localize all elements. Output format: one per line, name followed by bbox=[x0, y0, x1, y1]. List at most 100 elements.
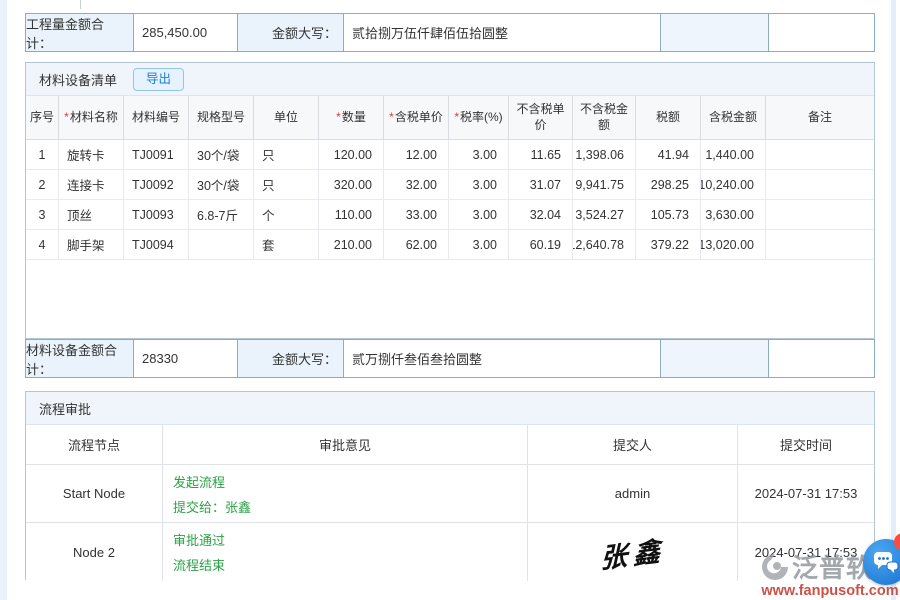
cell-material-name: 旋转卡 bbox=[59, 140, 124, 169]
cell-spec-model: 6.8-7斤 bbox=[189, 200, 254, 229]
cell-tax-rate: 3.00 bbox=[449, 230, 509, 259]
cell-unit: 只 bbox=[254, 170, 319, 199]
material-table-header-row: 序号 *材料名称 材料编号 规格型号 单位 *数量 *含税单价 *税率(%) 不… bbox=[26, 96, 874, 140]
cell-tax-rate: 3.00 bbox=[449, 170, 509, 199]
cell-price-with-tax: 12.00 bbox=[384, 140, 449, 169]
project-amount-total-value: 285,450.00 bbox=[134, 14, 238, 51]
column-header-quantity: *数量 bbox=[319, 96, 384, 139]
submitter-name: admin bbox=[528, 465, 738, 522]
column-header-price-with-tax: *含税单价 bbox=[384, 96, 449, 139]
cell-amount-with-tax: 1,440.00 bbox=[701, 140, 766, 169]
approval-section: 流程审批 流程节点 审批意见 提交人 提交时间 Start Node 发起流程 … bbox=[25, 391, 875, 580]
cell-material-code: TJ0094 bbox=[124, 230, 189, 259]
summary-empty-cell bbox=[769, 340, 874, 377]
cell-quantity: 210.00 bbox=[319, 230, 384, 259]
cell-quantity: 320.00 bbox=[319, 170, 384, 199]
flow-node-name: Start Node bbox=[26, 465, 163, 522]
material-table-row: 4 脚手架 TJ0094 套 210.00 62.00 3.00 60.19 1… bbox=[26, 230, 874, 260]
column-header-flow-node: 流程节点 bbox=[26, 425, 163, 464]
cell-spec-model bbox=[189, 230, 254, 259]
cell-amount-with-tax: 10,240.00 bbox=[701, 170, 766, 199]
column-header-amount-without-tax: 不含税金额 bbox=[573, 96, 636, 139]
submitter-signature: 张鑫 bbox=[528, 523, 738, 581]
cell-price-with-tax: 62.00 bbox=[384, 230, 449, 259]
material-section-header: 材料设备清单 导出 bbox=[26, 63, 874, 96]
project-amount-total-label: 工程量金额合计： bbox=[26, 14, 134, 51]
cell-price-without-tax: 31.07 bbox=[509, 170, 573, 199]
cell-price-with-tax: 32.00 bbox=[384, 170, 449, 199]
material-amount-total-label: 材料设备金额合计： bbox=[26, 340, 134, 377]
page: 工程量金额合计： 285,450.00 金额大写： 贰拾捌万伍仟肆佰伍拾圆整 材… bbox=[0, 0, 900, 600]
required-asterisk: * bbox=[336, 110, 341, 126]
cell-note bbox=[766, 200, 874, 229]
cell-unit: 只 bbox=[254, 140, 319, 169]
required-asterisk: * bbox=[389, 110, 394, 126]
material-equipment-section: 材料设备清单 导出 序号 *材料名称 材料编号 规格型号 单位 *数量 *含税单… bbox=[25, 62, 875, 339]
cell-material-name: 脚手架 bbox=[59, 230, 124, 259]
cell-material-name: 连接卡 bbox=[59, 170, 124, 199]
amount-in-words-label: 金额大写： bbox=[238, 340, 344, 377]
material-table-row: 1 旋转卡 TJ0091 30个/袋 只 120.00 12.00 3.00 1… bbox=[26, 140, 874, 170]
export-button[interactable]: 导出 bbox=[133, 68, 184, 91]
handwritten-signature: 张鑫 bbox=[599, 528, 665, 575]
approval-section-title: 流程审批 bbox=[39, 399, 91, 418]
project-amount-summary-row: 工程量金额合计： 285,450.00 金额大写： 贰拾捌万伍仟肆佰伍拾圆整 bbox=[25, 13, 875, 52]
material-table-row: 2 连接卡 TJ0092 30个/袋 只 320.00 32.00 3.00 3… bbox=[26, 170, 874, 200]
cell-amount-without-tax: 3,524.27 bbox=[573, 200, 636, 229]
cell-spec-model: 30个/袋 bbox=[189, 140, 254, 169]
cell-tax-rate: 3.00 bbox=[449, 200, 509, 229]
approval-opinion: 审批通过 流程结束 bbox=[163, 523, 528, 581]
cell-amount-without-tax: 1,398.06 bbox=[573, 140, 636, 169]
required-asterisk: * bbox=[454, 110, 459, 126]
cell-amount-without-tax: 12,640.78 bbox=[573, 230, 636, 259]
cell-note bbox=[766, 140, 874, 169]
material-table-row: 3 顶丝 TJ0093 6.8-7斤 个 110.00 33.00 3.00 3… bbox=[26, 200, 874, 230]
column-header-spec-model: 规格型号 bbox=[189, 96, 254, 139]
cell-tax-amount: 105.73 bbox=[636, 200, 701, 229]
previous-table-remnant bbox=[80, 0, 81, 9]
amount-in-words-value: 贰万捌仟叁佰叁拾圆整 bbox=[344, 340, 661, 377]
approval-section-header: 流程审批 bbox=[26, 392, 874, 425]
cell-price-with-tax: 33.00 bbox=[384, 200, 449, 229]
opinion-line: 流程结束 bbox=[173, 555, 225, 574]
right-margin-strip bbox=[891, 0, 896, 600]
column-header-unit: 单位 bbox=[254, 96, 319, 139]
opinion-line: 发起流程 bbox=[173, 472, 225, 491]
column-header-amount-with-tax: 含税金额 bbox=[701, 96, 766, 139]
column-header-tax-rate: *税率(%) bbox=[449, 96, 509, 139]
cell-note bbox=[766, 170, 874, 199]
material-amount-total-value: 28330 bbox=[134, 340, 238, 377]
column-header-no: 序号 bbox=[26, 96, 59, 139]
approval-row: Node 2 审批通过 流程结束 张鑫 2024-07-31 17:53 bbox=[26, 523, 874, 581]
left-margin-strip bbox=[0, 0, 7, 600]
column-header-submitter: 提交人 bbox=[528, 425, 738, 464]
column-header-material-name: *材料名称 bbox=[59, 96, 124, 139]
column-header-note: 备注 bbox=[766, 96, 874, 139]
cell-no: 1 bbox=[26, 140, 59, 169]
material-amount-summary-row: 材料设备金额合计： 28330 金额大写： 贰万捌仟叁佰叁拾圆整 bbox=[25, 339, 875, 378]
cell-material-name: 顶丝 bbox=[59, 200, 124, 229]
cell-no: 3 bbox=[26, 200, 59, 229]
summary-empty-cell bbox=[661, 340, 769, 377]
approval-table-header-row: 流程节点 审批意见 提交人 提交时间 bbox=[26, 425, 874, 465]
approval-opinion: 发起流程 提交给：张鑫 bbox=[163, 465, 528, 522]
cell-note bbox=[766, 230, 874, 259]
cell-material-code: TJ0091 bbox=[124, 140, 189, 169]
cell-no: 4 bbox=[26, 230, 59, 259]
cell-amount-without-tax: 9,941.75 bbox=[573, 170, 636, 199]
opinion-line: 审批通过 bbox=[173, 530, 225, 549]
material-section-title: 材料设备清单 bbox=[39, 70, 117, 89]
cell-price-without-tax: 32.04 bbox=[509, 200, 573, 229]
cell-tax-amount: 41.94 bbox=[636, 140, 701, 169]
cell-amount-with-tax: 3,630.00 bbox=[701, 200, 766, 229]
column-header-submit-time: 提交时间 bbox=[738, 425, 874, 464]
cell-spec-model: 30个/袋 bbox=[189, 170, 254, 199]
cell-unit: 套 bbox=[254, 230, 319, 259]
cell-amount-with-tax: 13,020.00 bbox=[701, 230, 766, 259]
opinion-line: 提交给：张鑫 bbox=[173, 497, 251, 516]
column-header-price-without-tax: 不含税单价 bbox=[509, 96, 573, 139]
amount-in-words-label: 金额大写： bbox=[238, 14, 344, 51]
cell-no: 2 bbox=[26, 170, 59, 199]
cell-material-code: TJ0093 bbox=[124, 200, 189, 229]
column-header-material-code: 材料编号 bbox=[124, 96, 189, 139]
